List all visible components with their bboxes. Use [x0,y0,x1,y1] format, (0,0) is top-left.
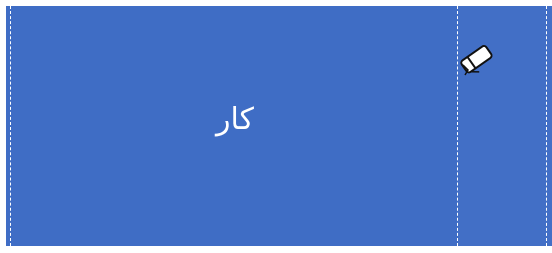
segment-end-guide [546,6,547,246]
timeline-canvas: کار [0,0,552,253]
segment-start-guide [10,6,11,246]
canvas-bottom-edge [6,246,552,253]
segment-label: کار [216,102,254,137]
eraser-icon [460,45,493,76]
